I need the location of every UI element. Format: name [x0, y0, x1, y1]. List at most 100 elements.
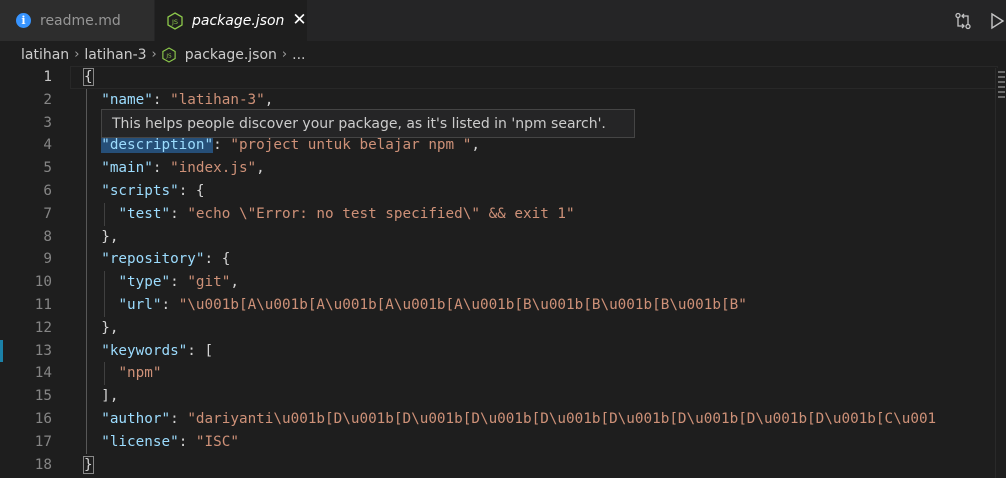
code-text: "main": "index.js",: [84, 157, 265, 180]
json-key: "author": [101, 411, 171, 427]
punctuation: : {: [204, 251, 231, 268]
line-number: 3: [43, 114, 52, 131]
punctuation: ,: [230, 274, 239, 291]
punctuation: }: [83, 455, 94, 474]
json-key: "test": [118, 205, 171, 222]
line-number: 6: [43, 183, 52, 199]
code-text: "scripts": {: [84, 180, 205, 203]
json-key: "scripts": [101, 183, 179, 199]
punctuation: [84, 297, 118, 313]
code-line[interactable]: 13 "keywords": [: [0, 340, 1006, 363]
code-line[interactable]: 7 "test": "echo \"Error: no test specifi…: [0, 203, 1006, 226]
punctuation: {: [83, 68, 94, 86]
svg-text:JS: JS: [165, 53, 172, 59]
code-line[interactable]: 6 "scripts": {: [0, 180, 1006, 203]
json-key: "url": [118, 297, 162, 313]
json-key: "keywords": [101, 342, 188, 359]
code-line[interactable]: 9 "repository": {: [0, 248, 1006, 271]
punctuation: :: [170, 274, 188, 291]
punctuation: : [: [187, 342, 214, 359]
breadcrumb: latihan › latihan-3 › JS package.json › …: [0, 41, 1006, 68]
info-icon: i: [16, 13, 31, 28]
line-number: 10: [34, 274, 52, 291]
punctuation: :: [152, 160, 171, 177]
code-line[interactable]: 8 },: [0, 226, 1006, 249]
line-number: 9: [43, 251, 52, 268]
open-changes-icon[interactable]: [954, 12, 972, 30]
code-line[interactable]: 14 "npm": [0, 362, 1006, 385]
tab-label: readme.md: [40, 12, 121, 29]
punctuation: [84, 183, 101, 199]
json-string: "project untuk belajar npm ": [230, 137, 472, 154]
json-key: "repository": [101, 251, 205, 268]
punctuation: [84, 411, 101, 427]
json-key: "license": [101, 433, 179, 450]
json-string: "dariyanti\u001b[D\u001b[D\u001b[D\u001b…: [187, 411, 937, 427]
line-number: 2: [43, 91, 52, 108]
breadcrumb-item-symbols[interactable]: ...: [292, 47, 305, 63]
json-string: "latihan-3": [170, 91, 265, 108]
line-number: 5: [43, 160, 52, 177]
hover-tooltip: This helps people discover your package,…: [101, 109, 635, 138]
json-string: "echo \"Error: no test specified\" && ex…: [187, 205, 575, 222]
breadcrumb-item-latihan[interactable]: latihan: [21, 47, 69, 63]
nodejs-file-icon: JS: [162, 46, 176, 63]
json-string: "git": [187, 274, 231, 291]
run-icon[interactable]: [988, 12, 1006, 30]
code-line[interactable]: 11 "url": "\u001b[A\u001b[A\u001b[A\u001…: [0, 294, 1006, 317]
chevron-right-icon: ›: [74, 47, 80, 62]
punctuation: : {: [178, 183, 205, 199]
code-line[interactable]: 18}: [0, 454, 1006, 477]
punctuation: [84, 160, 101, 176]
close-icon[interactable]: ✕: [292, 12, 306, 29]
breadcrumb-item-latihan-3[interactable]: latihan-3: [84, 47, 146, 63]
code-text: "test": "echo \"Error: no test specified…: [84, 203, 575, 226]
code-line[interactable]: 12 },: [0, 317, 1006, 340]
tab-readme[interactable]: i readme.md: [0, 0, 154, 41]
line-number: 17: [34, 433, 52, 450]
punctuation: },: [84, 228, 119, 245]
line-number: 8: [43, 228, 52, 245]
line-number: 7: [43, 205, 52, 222]
punctuation: [84, 434, 101, 450]
chevron-right-icon: ›: [151, 47, 157, 62]
json-string: "ISC": [195, 433, 239, 450]
code-line[interactable]: 17 "license": "ISC": [0, 431, 1006, 454]
line-number: 15: [34, 388, 52, 405]
code-text: "repository": {: [84, 248, 230, 271]
line-number: 1: [43, 69, 52, 85]
json-string: "\u001b[A\u001b[A\u001b[A\u001b[A\u001b[…: [178, 297, 747, 313]
tab-bar: i readme.md JS package.json ✕: [0, 0, 1006, 41]
line-number: 18: [34, 456, 52, 473]
nodejs-file-icon: JS: [167, 11, 183, 30]
punctuation: :: [170, 205, 188, 222]
code-text: "url": "\u001b[A\u001b[A\u001b[A\u001b[A…: [84, 294, 747, 317]
punctuation: [84, 92, 101, 108]
code-text: {: [83, 66, 94, 89]
line-number: 16: [34, 411, 52, 427]
tab-package-json[interactable]: JS package.json ✕: [155, 0, 307, 41]
code-line[interactable]: 16 "author": "dariyanti\u001b[D\u001b[D\…: [0, 408, 1006, 431]
line-number: 4: [43, 137, 52, 154]
code-text: ],: [84, 385, 118, 408]
punctuation: [84, 365, 118, 381]
breadcrumb-item-package-json[interactable]: package.json: [185, 47, 277, 63]
punctuation: ,: [256, 160, 265, 177]
chevron-right-icon: ›: [281, 47, 288, 62]
code-line[interactable]: 1{: [0, 66, 1006, 89]
json-key: "main": [101, 160, 153, 177]
code-line[interactable]: 5 "main": "index.js",: [0, 157, 1006, 180]
tab-label: package.json: [192, 12, 285, 29]
punctuation: ,: [471, 137, 480, 154]
line-number: 12: [34, 319, 52, 336]
json-key: "type": [118, 274, 171, 291]
punctuation: [84, 251, 101, 267]
punctuation: :: [170, 411, 188, 427]
code-line[interactable]: 15 ],: [0, 385, 1006, 408]
json-string: "npm": [118, 365, 162, 382]
code-text: },: [84, 317, 118, 340]
current-line-highlight: [70, 66, 998, 89]
minimap[interactable]: [995, 68, 1006, 478]
code-line[interactable]: 10 "type": "git",: [0, 271, 1006, 294]
line-number: 11: [34, 297, 52, 313]
